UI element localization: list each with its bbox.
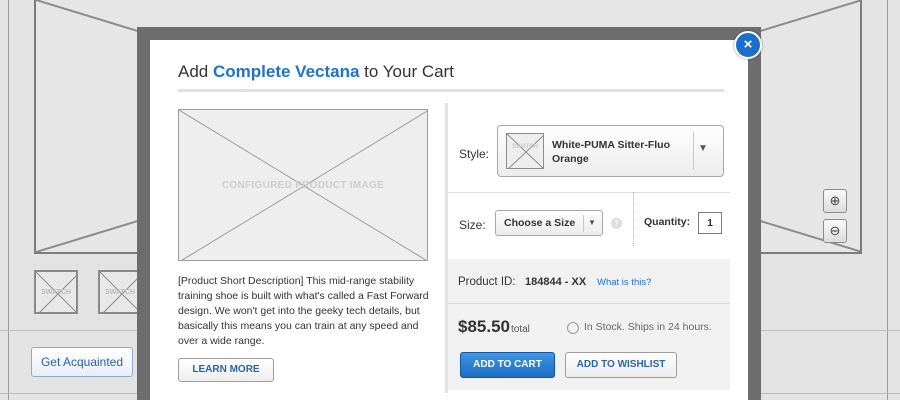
title-prefix: Add: [178, 62, 213, 81]
swatch-label: SWATCH: [105, 289, 135, 296]
dotted-divider: [633, 192, 634, 246]
chevron-down-icon: ▼: [588, 218, 596, 227]
stock-status-text: In Stock. Ships in 24 hours.: [584, 321, 712, 333]
title-suffix: to Your Cart: [359, 62, 454, 81]
zoom-in-icon[interactable]: ⊕: [823, 189, 847, 213]
price-amount: $85.50: [458, 317, 510, 336]
product-short-description: [Product Short Description] This mid-ran…: [178, 275, 429, 347]
style-dropdown[interactable]: SWATCH White-PUMA Sitter-Fluo Orange ▼: [497, 125, 724, 177]
add-to-cart-button[interactable]: ADD TO CART: [460, 352, 555, 378]
smile-icon: [567, 322, 579, 334]
modal-title: Add Complete Vectana to Your Cart: [178, 62, 454, 82]
get-acquainted-button[interactable]: Get Acquainted: [31, 347, 133, 377]
style-selected-value: White-PUMA Sitter-Fluo Orange: [552, 139, 671, 165]
title-divider: [178, 89, 724, 92]
page-border-left: [8, 0, 9, 400]
dropdown-separator: [693, 132, 694, 170]
panel-divider: [448, 303, 730, 304]
stock-status: In Stock. Ships in 24 hours.: [584, 321, 712, 333]
row-divider: [448, 192, 730, 193]
help-icon[interactable]: ?: [611, 218, 622, 229]
page-border-right: [887, 0, 888, 400]
configured-product-image: CONFIGURED PRODUCT IMAGE: [178, 109, 428, 261]
title-product-name: Complete Vectana: [212, 62, 360, 81]
product-id-label: Product ID:: [458, 276, 516, 288]
size-label: Size:: [459, 218, 486, 232]
style-label: Style:: [459, 147, 490, 161]
add-to-wishlist-button[interactable]: ADD TO WISHLIST: [565, 352, 677, 378]
style-swatch-label: SWATCH: [512, 144, 538, 150]
size-dropdown[interactable]: Choose a Size ▼: [495, 210, 603, 236]
style-swatch-thumbnail: SWATCH: [506, 133, 544, 169]
chevron-down-icon: ▼: [698, 143, 708, 154]
add-to-cart-modal: Add Complete Vectana to Your Cart CONFIG…: [150, 40, 748, 400]
swatch-thumbnail[interactable]: SWATCH: [98, 270, 142, 314]
size-selected-value: Choose a Size: [504, 217, 576, 229]
learn-more-button[interactable]: LEARN MORE: [178, 358, 274, 382]
quantity-input[interactable]: [698, 212, 722, 234]
image-placeholder-label: CONFIGURED PRODUCT IMAGE: [221, 180, 385, 191]
price-total-label: total: [511, 324, 530, 335]
product-id-value: 184844 - XX: [525, 276, 587, 288]
what-is-this-link[interactable]: What is this?: [597, 277, 651, 288]
swatch-label: SWATCH: [41, 289, 71, 296]
zoom-out-icon[interactable]: ⊖: [823, 219, 847, 243]
swatch-thumbnail[interactable]: SWATCH: [34, 270, 78, 314]
quantity-label: Quantity:: [644, 216, 691, 228]
dropdown-separator: [583, 215, 584, 232]
close-icon[interactable]: ×: [734, 31, 762, 59]
